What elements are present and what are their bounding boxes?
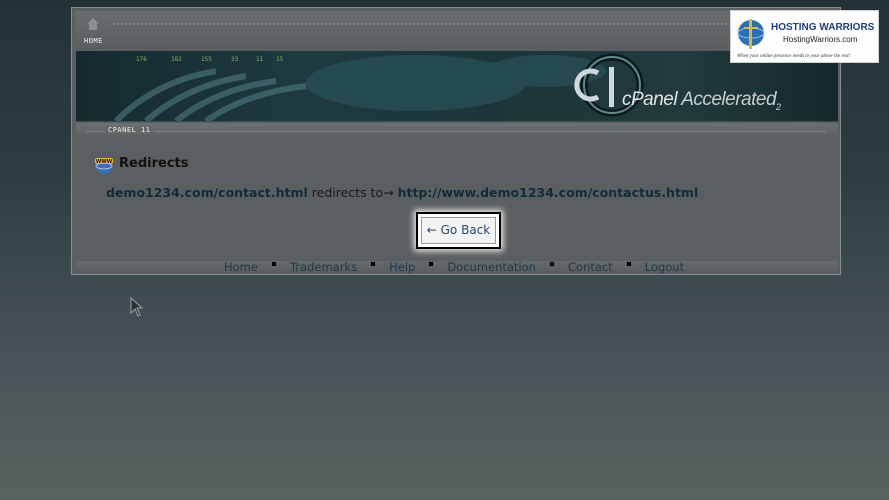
redirect-connector-text: redirects to→ — [311, 185, 394, 200]
logo-title: HOSTING WARRIORS — [771, 22, 875, 33]
version-bar: CPANEL 11 — [76, 123, 838, 139]
version-label: CPANEL 11 — [104, 126, 155, 134]
topbar-divider — [113, 23, 753, 25]
footer-link-help[interactable]: Help — [389, 260, 415, 274]
brand-accelerated: Accelerated — [681, 89, 777, 110]
footer-link-logout[interactable]: Logout — [645, 260, 684, 274]
footer-links: Home Trademarks Help Documentation Conta… — [224, 260, 684, 274]
go-back-button[interactable]: ← Go Back — [421, 217, 496, 244]
home-icon[interactable] — [86, 17, 100, 31]
svg-text:11: 11 — [256, 56, 264, 63]
svg-text:15: 15 — [276, 56, 284, 63]
www-globe-icon: WWW — [95, 158, 113, 174]
page-title: Redirects — [119, 156, 189, 171]
svg-text:WWW: WWW — [96, 159, 113, 165]
logo-url: HostingWarriors.com — [783, 35, 858, 44]
redirect-target-link[interactable]: http://www.demo1234.com/contactus.html — [398, 185, 699, 200]
globe-icon — [737, 19, 765, 49]
brand-version: 2 — [776, 101, 781, 112]
logo-tagline: When your online presence needs to your … — [737, 54, 851, 59]
go-back-highlight: ← Go Back — [416, 212, 501, 249]
cpanel-accelerated-logo: cPanel Accelerated2 — [622, 89, 781, 112]
footer-link-documentation[interactable]: Documentation — [447, 260, 536, 274]
home-nav-label[interactable]: HOME — [84, 37, 103, 45]
cpanel-window: HOME 176 182 155 33 11 15 cPanel Acceler… — [71, 7, 841, 275]
footer-link-trademarks[interactable]: Trademarks — [290, 260, 357, 274]
main-content: WWW Redirects demo1234.com/contact.html … — [76, 141, 838, 265]
footer-link-contact[interactable]: Contact — [568, 260, 613, 274]
footer-link-home[interactable]: Home — [224, 260, 258, 274]
top-navigation-bar: HOME — [75, 11, 837, 51]
footer-bar: Home Trademarks Help Documentation Conta… — [76, 260, 838, 274]
cpanel-banner: 176 182 155 33 11 15 cPanel Accelerated2 — [76, 51, 838, 122]
mouse-pointer-icon — [130, 297, 144, 317]
svg-text:33: 33 — [231, 56, 239, 63]
svg-text:176: 176 — [136, 56, 147, 63]
hosting-warriors-logo: HOSTING WARRIORS HostingWarriors.com Whe… — [730, 10, 879, 63]
redirect-source-link[interactable]: demo1234.com/contact.html — [106, 185, 308, 200]
brand-cpanel: cPanel — [622, 89, 678, 110]
svg-text:182: 182 — [171, 56, 182, 63]
svg-text:155: 155 — [201, 56, 212, 63]
redirect-summary: demo1234.com/contact.html redirects to→ … — [106, 185, 698, 200]
